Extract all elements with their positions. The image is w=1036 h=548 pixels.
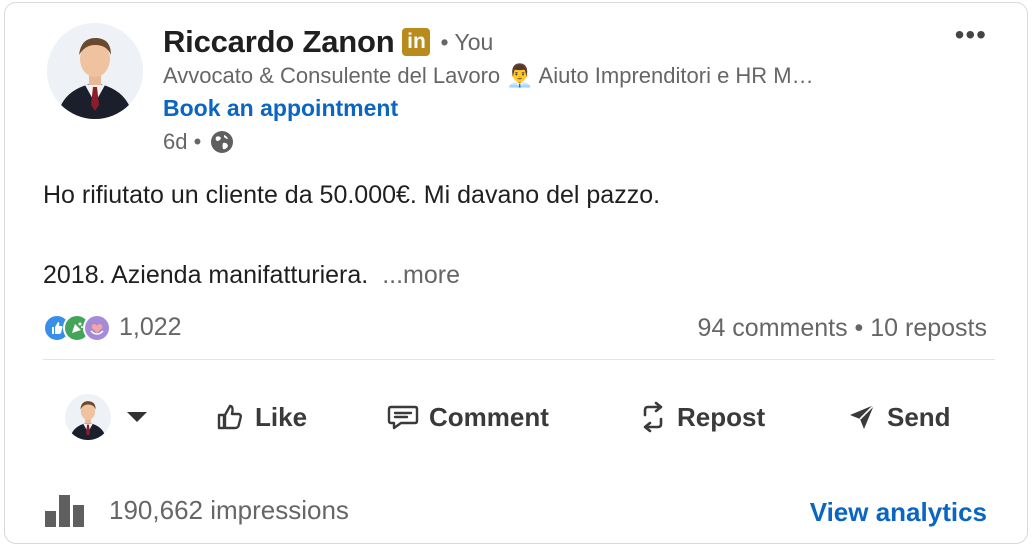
post-text-line-2-content: 2018. Azienda manifatturiera. <box>43 261 369 289</box>
author-name-row: Riccardo Zanon in • You <box>163 21 493 63</box>
see-more-link[interactable]: ...more <box>382 261 460 289</box>
actor-avatar <box>65 394 111 440</box>
author-headline: Avvocato & Consulente del Lavoro 👨‍💼 Aiu… <box>163 63 814 88</box>
repost-button[interactable]: Repost <box>639 387 765 447</box>
send-label: Send <box>887 401 951 432</box>
post-text-line-2: 2018. Azienda manifatturiera. ...more <box>43 261 460 290</box>
like-label: Like <box>255 401 308 432</box>
impressions-summary: 190,662 impressions <box>45 493 349 527</box>
support-icon <box>83 313 111 342</box>
send-icon <box>850 404 875 429</box>
comment-button[interactable]: Comment <box>387 387 549 447</box>
bar-chart-icon <box>45 495 84 527</box>
comment-label: Comment <box>429 401 549 432</box>
view-analytics-link[interactable]: View analytics <box>810 497 987 528</box>
divider <box>43 359 995 360</box>
author-avatar[interactable] <box>47 23 143 119</box>
send-button[interactable]: Send <box>847 387 951 447</box>
post-time: 6d • <box>163 129 202 154</box>
post-meta: 6d • <box>163 129 235 155</box>
more-options-icon[interactable]: ••• <box>955 21 987 49</box>
post-card: Riccardo Zanon in • You ••• Avvocato & C… <box>4 2 1028 544</box>
chevron-down-icon <box>127 412 147 422</box>
reactions-count: 1,022 <box>119 313 182 341</box>
act-as-selector[interactable] <box>65 387 147 447</box>
thumbs-up-icon <box>217 404 242 430</box>
book-appointment-link[interactable]: Book an appointment <box>163 95 398 122</box>
like-button[interactable]: Like <box>215 387 307 447</box>
impressions-count: 190,662 impressions <box>109 494 349 525</box>
repost-label: Repost <box>677 401 766 432</box>
repost-icon <box>643 401 663 433</box>
comment-icon <box>387 405 419 430</box>
author-name[interactable]: Riccardo Zanon <box>163 24 395 60</box>
globe-icon <box>211 131 234 153</box>
reactions-summary[interactable]: 1,022 <box>43 313 182 342</box>
comments-reposts-count[interactable]: 94 comments • 10 reposts <box>698 314 987 343</box>
linkedin-premium-icon: in <box>402 28 431 56</box>
relation-label: • You <box>440 28 494 55</box>
post-text-line-1: Ho rifiutato un cliente da 50.000€. Mi d… <box>43 181 661 209</box>
